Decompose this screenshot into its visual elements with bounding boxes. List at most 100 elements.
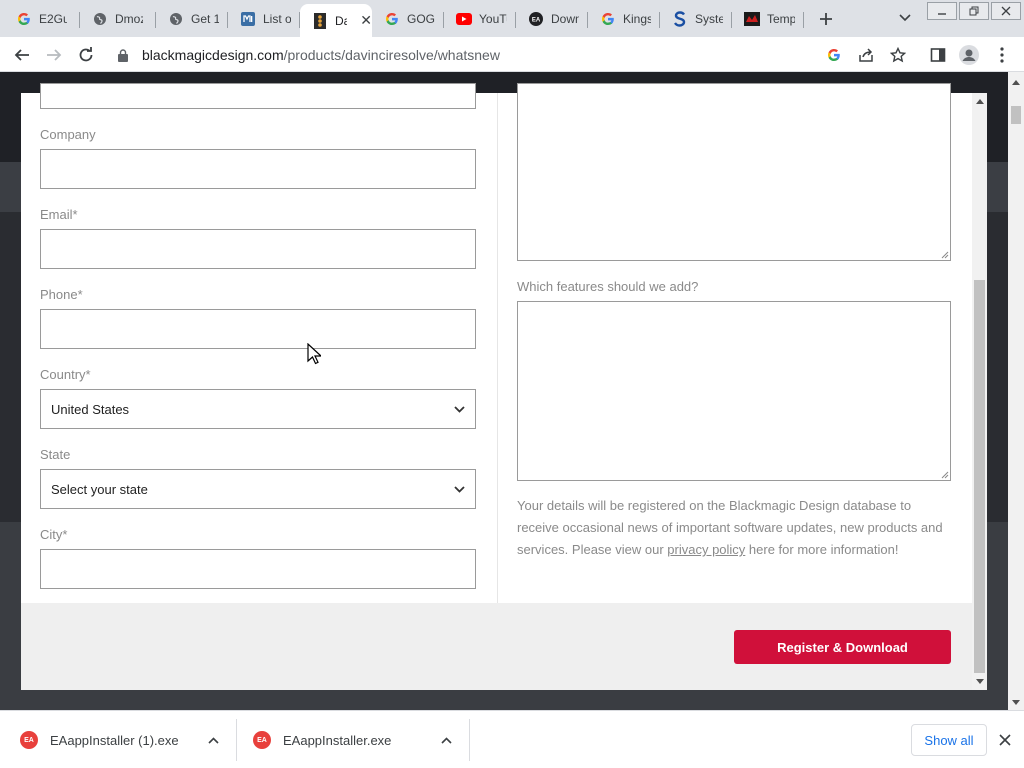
chevron-up-icon[interactable] xyxy=(206,733,220,747)
wiki-m-icon xyxy=(240,11,256,27)
state-select[interactable]: Select your state xyxy=(40,469,476,509)
chevron-up-icon[interactable] xyxy=(439,733,453,747)
youtube-icon xyxy=(456,11,472,27)
tab-title: Down xyxy=(551,12,579,26)
city-input[interactable] xyxy=(40,549,476,589)
tab-separator xyxy=(803,12,804,28)
url-path: /products/davinciresolve/whatsnew xyxy=(283,47,500,63)
lock-icon[interactable] xyxy=(118,48,136,62)
privacy-policy-link[interactable]: privacy policy xyxy=(667,542,745,557)
scroll-up-arrow-icon[interactable] xyxy=(975,97,984,106)
tab-title: E2Gua xyxy=(39,12,67,26)
comments-textarea[interactable] xyxy=(517,83,951,261)
globe-icon xyxy=(168,11,184,27)
phone-label: Phone* xyxy=(40,287,83,302)
s-logo-icon xyxy=(672,11,688,27)
tab-search-chevron-icon[interactable] xyxy=(895,8,915,28)
tab-template[interactable]: Templ xyxy=(732,4,804,34)
address-bar[interactable]: blackmagicdesign.com/products/davincires… xyxy=(108,41,920,69)
ea-icon: EA xyxy=(528,11,544,27)
close-icon[interactable]: ✕ xyxy=(360,12,372,29)
tab-dmoz[interactable]: Dmoz xyxy=(80,4,156,34)
google-translate-icon[interactable] xyxy=(824,45,844,65)
resize-grip-icon[interactable] xyxy=(940,470,949,479)
resize-grip-icon[interactable] xyxy=(940,250,949,259)
page-scroll-thumb[interactable] xyxy=(1011,106,1021,124)
tab-get1s[interactable]: Get 1s xyxy=(156,4,228,34)
page-scroll-up-icon[interactable] xyxy=(1012,78,1020,86)
company-input[interactable] xyxy=(40,149,476,189)
email-label: Email* xyxy=(40,207,78,222)
tab-system[interactable]: Syster xyxy=(660,4,732,34)
kebab-menu-icon[interactable] xyxy=(992,45,1012,65)
red-logo-icon xyxy=(744,11,760,27)
chevron-down-icon xyxy=(454,400,465,418)
tab-e2guardian[interactable]: E2Gua xyxy=(4,4,80,34)
browser-toolbar: blackmagicdesign.com/products/davincires… xyxy=(0,37,1024,72)
register-download-button[interactable]: Register & Download xyxy=(734,630,951,664)
side-panel-icon[interactable] xyxy=(928,45,948,65)
page-scrollbar[interactable] xyxy=(1008,72,1024,710)
svg-text:EA: EA xyxy=(532,18,541,24)
minimize-icon[interactable] xyxy=(927,2,957,20)
reload-icon[interactable] xyxy=(75,44,97,66)
new-tab-plus-icon[interactable] xyxy=(815,8,837,30)
ea-icon: EA xyxy=(20,731,38,749)
email-input[interactable] xyxy=(40,229,476,269)
url-domain: blackmagicdesign.com xyxy=(142,47,284,63)
download-item[interactable]: EA EAappInstaller (1).exe xyxy=(20,711,220,768)
country-select-value: United States xyxy=(51,401,130,417)
column-divider xyxy=(497,93,498,603)
page-viewport: Company Email* Phone* Country* United St… xyxy=(0,72,1008,710)
disclaimer-text-end: here for more information! xyxy=(745,542,899,557)
download-item[interactable]: EA EAappInstaller.exe xyxy=(253,711,453,768)
google-icon xyxy=(384,11,400,27)
bookmark-star-icon[interactable] xyxy=(888,45,908,65)
tab-youtube[interactable]: YouTu xyxy=(444,4,516,34)
restore-icon[interactable] xyxy=(959,2,989,20)
back-arrow-icon[interactable] xyxy=(11,44,33,66)
forward-arrow-icon[interactable] xyxy=(43,44,65,66)
download-separator xyxy=(469,719,470,761)
features-textarea[interactable] xyxy=(517,301,951,481)
tab-list-of[interactable]: List of xyxy=(228,4,300,34)
page-scroll-down-icon[interactable] xyxy=(1012,698,1020,706)
download-filename: EAappInstaller (1).exe xyxy=(50,732,179,748)
close-icon[interactable] xyxy=(996,731,1014,749)
scroll-down-arrow-icon[interactable] xyxy=(975,677,984,686)
state-select-value: Select your state xyxy=(51,481,148,497)
download-bar: EA EAappInstaller (1).exe EA EAappInstal… xyxy=(0,710,1024,768)
country-select[interactable]: United States xyxy=(40,389,476,429)
davinci-icon xyxy=(312,12,328,29)
tab-title: GOG xyxy=(407,12,435,26)
chevron-down-icon xyxy=(454,480,465,498)
state-label: State xyxy=(40,447,71,462)
tab-title: Dmoz xyxy=(115,12,143,26)
city-label: City* xyxy=(40,527,68,542)
tab-title: Kingst xyxy=(623,12,651,26)
tab-download[interactable]: EA Down xyxy=(516,4,588,34)
registration-modal: Company Email* Phone* Country* United St… xyxy=(21,83,987,690)
modal-footer: Register & Download xyxy=(21,603,972,690)
modal-body: Company Email* Phone* Country* United St… xyxy=(21,83,972,603)
tab-gog[interactable]: GOG xyxy=(372,4,444,34)
previous-field-input[interactable] xyxy=(40,83,476,109)
tab-kingston[interactable]: Kingst xyxy=(588,4,660,34)
tab-davinci-active[interactable]: Da ✕ xyxy=(300,4,372,37)
tab-title: Templ xyxy=(767,12,795,26)
modal-scrollbar[interactable] xyxy=(972,93,987,690)
tab-strip: E2Gua Dmoz Get 1s List of Da ✕ GOG xyxy=(0,0,1024,37)
window-close-icon[interactable] xyxy=(991,2,1021,20)
tab-title: Get 1s xyxy=(191,12,219,26)
share-icon[interactable] xyxy=(856,45,876,65)
window-controls xyxy=(927,2,1021,20)
show-all-button[interactable]: Show all xyxy=(911,724,987,756)
tab-title: List of xyxy=(263,12,291,26)
url-text: blackmagicdesign.com/products/davincires… xyxy=(142,47,500,63)
globe-icon xyxy=(92,11,108,27)
download-filename: EAappInstaller.exe xyxy=(283,732,392,748)
modal-scroll-thumb[interactable] xyxy=(974,280,985,673)
phone-input[interactable] xyxy=(40,309,476,349)
profile-avatar-icon[interactable] xyxy=(959,45,979,65)
features-label: Which features should we add? xyxy=(517,279,699,294)
